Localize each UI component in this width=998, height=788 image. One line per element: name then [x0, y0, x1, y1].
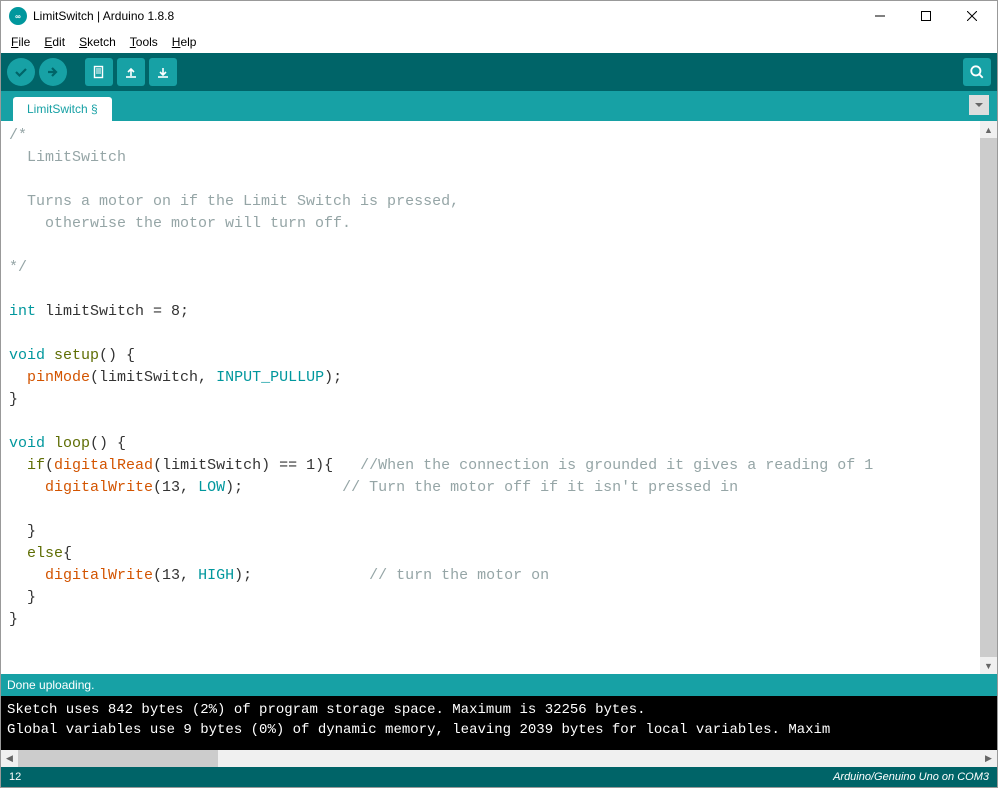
status-bar: Done uploading. — [1, 674, 997, 696]
code-line: Turns a motor on if the Limit Switch is … — [9, 193, 459, 210]
code-token: int — [9, 303, 36, 320]
menu-bar: File Edit Sketch Tools Help — [1, 31, 997, 53]
open-button[interactable] — [117, 58, 145, 86]
code-token: LOW — [198, 479, 225, 496]
title-bar: ∞ LimitSwitch | Arduino 1.8.8 — [1, 1, 997, 31]
serial-monitor-button[interactable] — [963, 58, 991, 86]
code-token — [45, 435, 54, 452]
console-line: Sketch uses 842 bytes (2%) of program st… — [7, 702, 646, 718]
code-token — [9, 567, 45, 584]
scroll-up-icon[interactable]: ▲ — [980, 121, 997, 138]
horizontal-scrollbar[interactable]: ◀ ▶ — [1, 750, 997, 767]
code-line: otherwise the motor will turn off. — [9, 215, 351, 232]
code-token: limitSwitch = 8; — [36, 303, 189, 320]
window-controls — [857, 1, 995, 31]
tab-menu-button[interactable] — [969, 95, 989, 115]
code-token: setup — [54, 347, 99, 364]
code-line: LimitSwitch — [9, 149, 126, 166]
scroll-thumb-h[interactable] — [18, 750, 218, 767]
window-title: LimitSwitch | Arduino 1.8.8 — [33, 9, 174, 23]
code-token: // Turn the motor off if it isn't presse… — [342, 479, 738, 496]
menu-file[interactable]: File — [5, 33, 36, 51]
code-token — [9, 457, 27, 474]
code-token: } — [9, 589, 36, 606]
code-token: ); — [324, 369, 342, 386]
code-token: else — [27, 545, 63, 562]
code-token: void — [9, 347, 45, 364]
code-token: } — [9, 611, 18, 628]
menu-edit[interactable]: Edit — [38, 33, 71, 51]
close-button[interactable] — [949, 1, 995, 31]
code-token — [9, 501, 45, 518]
tab-bar: LimitSwitch § — [1, 91, 997, 121]
code-token: void — [9, 435, 45, 452]
code-token — [9, 545, 27, 562]
scroll-right-icon[interactable]: ▶ — [980, 750, 997, 767]
upload-button[interactable] — [39, 58, 67, 86]
code-token: loop — [54, 435, 90, 452]
line-number: 12 — [9, 771, 21, 783]
code-token: () { — [99, 347, 135, 364]
code-token: ); — [234, 567, 369, 584]
editor-area: /* LimitSwitch Turns a motor on if the L… — [1, 121, 997, 674]
code-token: // turn the motor on — [369, 567, 549, 584]
code-token: () { — [90, 435, 126, 452]
arduino-icon: ∞ — [9, 7, 27, 25]
code-token: ); — [225, 479, 342, 496]
menu-tools[interactable]: Tools — [124, 33, 164, 51]
menu-help[interactable]: Help — [166, 33, 203, 51]
vertical-scrollbar[interactable]: ▲ ▼ — [980, 121, 997, 674]
new-button[interactable] — [85, 58, 113, 86]
status-message: Done uploading. — [7, 678, 94, 692]
scroll-down-icon[interactable]: ▼ — [980, 657, 997, 674]
code-token: { — [63, 545, 72, 562]
console-line: Global variables use 9 bytes (0%) of dyn… — [7, 722, 830, 738]
toolbar — [1, 53, 997, 91]
scroll-left-icon[interactable]: ◀ — [1, 750, 18, 767]
code-token: (limitSwitch) == 1){ — [153, 457, 360, 474]
footer-bar: 12 Arduino/Genuino Uno on COM3 — [1, 767, 997, 787]
code-token: (13, — [153, 567, 198, 584]
verify-button[interactable] — [7, 58, 35, 86]
code-token: digitalRead — [54, 457, 153, 474]
code-token — [9, 369, 27, 386]
code-token: INPUT_PULLUP — [216, 369, 324, 386]
code-line: /* — [9, 127, 27, 144]
scroll-thumb[interactable] — [980, 138, 997, 657]
code-token: ( — [45, 457, 54, 474]
code-token: pinMode — [27, 369, 90, 386]
code-token: digitalWrite — [45, 479, 153, 496]
code-editor[interactable]: /* LimitSwitch Turns a motor on if the L… — [1, 121, 980, 674]
save-button[interactable] — [149, 58, 177, 86]
maximize-button[interactable] — [903, 1, 949, 31]
tab-limitswitch[interactable]: LimitSwitch § — [13, 97, 112, 121]
code-token: (limitSwitch, — [90, 369, 216, 386]
scroll-track[interactable] — [218, 750, 980, 767]
code-token: HIGH — [198, 567, 234, 584]
code-token: digitalWrite — [45, 567, 153, 584]
code-token — [45, 347, 54, 364]
code-token: } — [9, 391, 18, 408]
code-token: (13, — [153, 479, 198, 496]
code-token — [9, 479, 45, 496]
code-token: //When the connection is grounded it giv… — [360, 457, 873, 474]
code-token: if — [27, 457, 45, 474]
board-port-label: Arduino/Genuino Uno on COM3 — [833, 771, 989, 783]
code-line: */ — [9, 259, 27, 276]
menu-sketch[interactable]: Sketch — [73, 33, 122, 51]
minimize-button[interactable] — [857, 1, 903, 31]
console-output[interactable]: Sketch uses 842 bytes (2%) of program st… — [1, 696, 997, 750]
code-token: } — [9, 523, 36, 540]
